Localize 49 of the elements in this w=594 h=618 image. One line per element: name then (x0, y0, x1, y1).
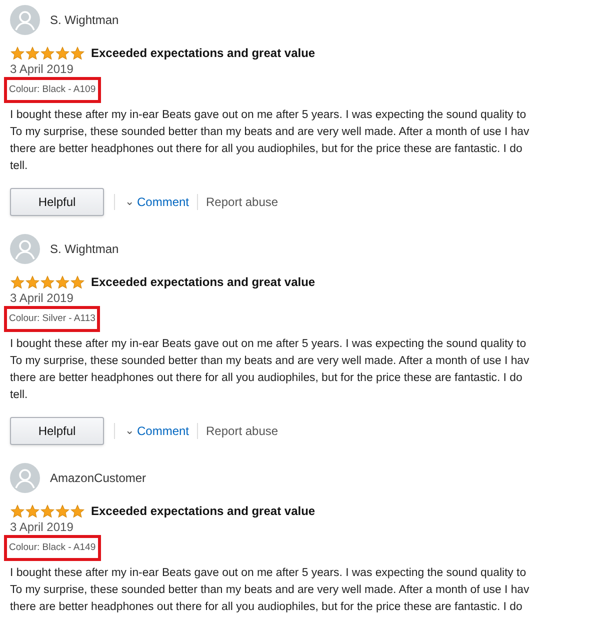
review-text-line: tell. (10, 159, 29, 174)
review-title: Exceeded expectations and great value (91, 45, 316, 62)
caret-icon: ⌄ (125, 426, 134, 437)
review-date: 3 April 2019 (10, 291, 74, 305)
review-text-line: I bought these after my in-ear Beats gave out on me after 5 years. I was expecting the sound quality to (10, 566, 528, 582)
star-icon (10, 504, 25, 518)
avatar-icon (10, 234, 40, 264)
review-text-line: To my surprise, these sounded better than my beats and are very well made. After a month of use I hav (10, 354, 530, 370)
report-abuse-link[interactable]: Report abuse (206, 422, 278, 440)
star-icon (40, 46, 55, 60)
review-text-line: there are better headphones out there for all you audiophiles, but for the price these are fantastic. I do (10, 600, 524, 616)
variant-label: Colour: Black - A149 (4, 535, 101, 562)
star-icon (70, 504, 85, 518)
reviewer-name: AmazonCustomer (50, 470, 146, 487)
star-icon (40, 274, 55, 290)
review-text-line: I bought these after my in-ear Beats gave out on me after 5 years. I was expecting the sound quality to (10, 337, 528, 352)
star-icon (25, 504, 40, 518)
review-text-line: I bought these after my in-ear Beats gave out on me after 5 years. I was expecting the sound quality to (10, 108, 528, 124)
star-icon (40, 504, 55, 518)
variant-label: Colour: Black - A109 (4, 77, 101, 104)
star-icon (25, 46, 40, 60)
star-icon (70, 46, 85, 60)
caret-icon: ⌄ (125, 196, 134, 208)
avatar-icon (10, 463, 40, 493)
reviewer-name: S. Wightman (50, 12, 119, 29)
review-text-line: there are better headphones out there for all you audiophiles, but for the price these are fantastic. I do (10, 142, 524, 158)
comment-link[interactable]: Comment (137, 193, 190, 212)
review-text-line: To my surprise, these sounded better than my beats and are very well made. After a month of use I hav (10, 583, 530, 598)
star-icon (55, 274, 70, 290)
star-icon (70, 274, 85, 290)
helpful-button[interactable]: Helpful (10, 417, 104, 446)
review-text-line: To my surprise, these sounded better than my beats and are very well made. After a month of use I hav (10, 125, 530, 140)
review-date: 3 April 2019 (10, 520, 74, 534)
star-icon (25, 274, 40, 290)
star-icon (10, 46, 25, 60)
reviewer-name: S. Wightman (50, 241, 119, 258)
comment-link[interactable]: Comment (137, 422, 190, 440)
star-icon (55, 46, 70, 60)
review-text-line: there are better headphones out there for all you audiophiles, but for the price these are fantastic. I do (10, 371, 524, 386)
helpful-button[interactable]: Helpful (10, 188, 104, 216)
avatar-icon (10, 5, 40, 35)
variant-label: Colour: Silver - A113 (4, 306, 100, 332)
review-title: Exceeded expectations and great value (91, 503, 316, 520)
star-icon (55, 504, 70, 518)
star-icon (10, 274, 25, 290)
report-abuse-link[interactable]: Report abuse (206, 193, 278, 212)
review-title: Exceeded expectations and great value (91, 274, 316, 291)
review-date: 3 April 2019 (10, 62, 74, 76)
review-text-line: tell. (10, 388, 29, 404)
